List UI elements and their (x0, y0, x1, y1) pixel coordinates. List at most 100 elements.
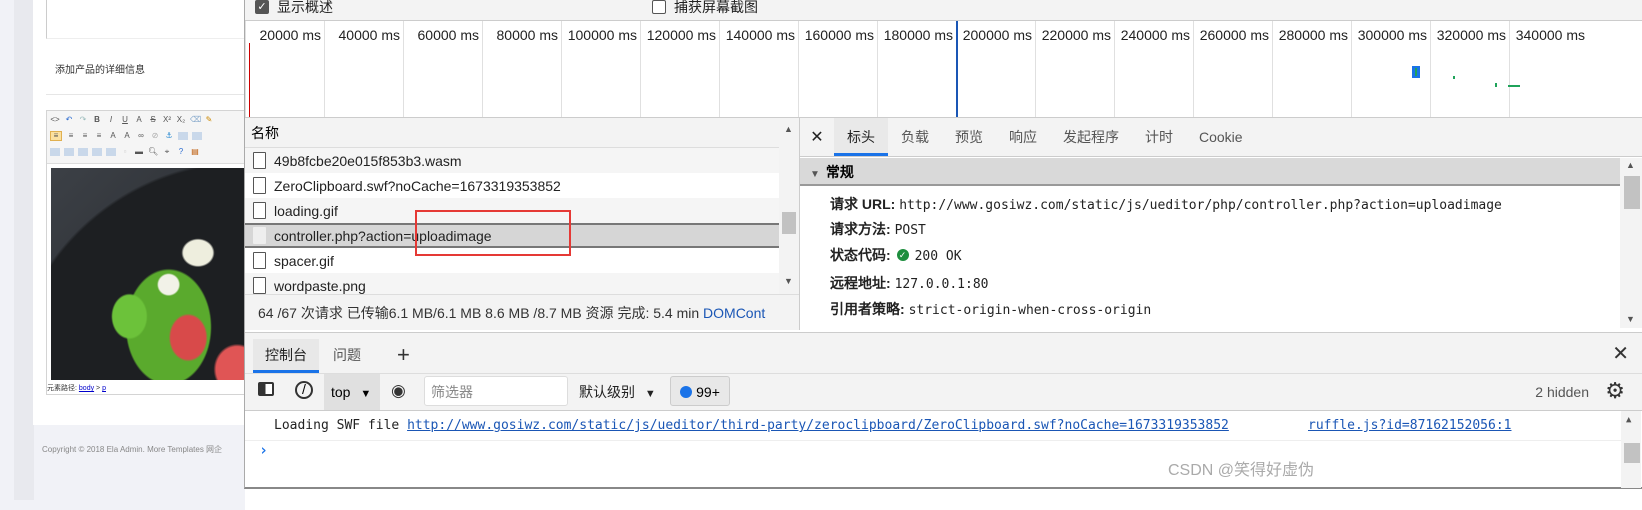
image-center-icon[interactable] (192, 132, 202, 140)
align-justify-icon[interactable]: ≡ (94, 132, 104, 140)
request-row[interactable]: 49b8fcbe20e015f853b3.wasm (245, 148, 779, 173)
drawer-tabs: 控制台 问题 + ✕ (245, 333, 1642, 374)
scrollbar-thumb[interactable] (1624, 176, 1640, 209)
tab-headers[interactable]: 标头 (834, 118, 888, 156)
issues-badge[interactable]: 99+ (670, 376, 730, 406)
dom-content-loaded-line (956, 21, 958, 117)
console-message-link[interactable]: http://www.gosiwz.com/static/js/ueditor/… (407, 418, 1229, 433)
tab-initiator[interactable]: 发起程序 (1050, 118, 1132, 156)
timeline-tick-label: 280000 ms (1278, 27, 1348, 43)
close-drawer-icon[interactable]: ✕ (1612, 341, 1629, 366)
scrollbar-thumb[interactable] (1624, 443, 1640, 463)
request-list: 名称 49b8fcbe20e015f853b3.wasm ZeroClipboa… (245, 118, 800, 330)
settings-gear-icon[interactable]: ⚙ (1605, 378, 1625, 404)
timeline-tick: 160000 ms (798, 21, 878, 117)
capture-screenshots-option[interactable]: 捕获屏幕截图 (652, 0, 758, 17)
request-row[interactable]: ZeroClipboard.swf?noCache=1673319353852 (245, 173, 779, 198)
font-border-icon[interactable]: A (134, 116, 144, 124)
filter-input[interactable]: 筛选器 (424, 376, 568, 406)
print-icon[interactable]: ▬ (134, 148, 144, 156)
superscript-icon[interactable]: X² (162, 116, 172, 124)
align-right-icon[interactable]: ≡ (80, 132, 90, 140)
scroll-down-icon[interactable]: ▼ (1626, 314, 1635, 324)
scrollbar-thumb[interactable] (782, 212, 796, 234)
timeline-tick: 340000 ms (1509, 21, 1589, 117)
unlink-icon[interactable]: ⊘ (150, 132, 160, 140)
checkbox-unchecked-icon[interactable] (652, 0, 666, 14)
console-scrollbar[interactable]: ▲ (1621, 411, 1641, 488)
strikethrough-icon[interactable]: S (148, 116, 158, 124)
preview-icon[interactable]: 🔍︎ (148, 148, 158, 156)
eraser-icon[interactable]: ⌫ (190, 116, 201, 124)
detail-tabs: ✕ 标头 负载 预览 响应 发起程序 计时 Cookie (800, 118, 1642, 157)
close-detail-icon[interactable]: ✕ (800, 127, 834, 147)
uploaded-food-photo[interactable] (51, 168, 247, 380)
tab-preview[interactable]: 预览 (942, 118, 996, 156)
show-overview-option[interactable]: ✓ 显示概述 (255, 0, 333, 17)
rtl-icon[interactable]: A (122, 132, 132, 140)
request-list-scrollbar[interactable]: ▲ ▼ (779, 118, 799, 294)
context-selector[interactable]: top ▼ (324, 374, 380, 410)
tab-timing[interactable]: 计时 (1132, 118, 1186, 156)
image-file-icon (253, 202, 266, 219)
scroll-up-icon[interactable]: ▲ (1626, 160, 1635, 170)
timeline-tick: 240000 ms (1114, 21, 1194, 117)
log-level-dropdown[interactable]: 默认级别 ▼ (579, 374, 656, 412)
underline-icon[interactable]: U (120, 116, 130, 124)
tab-payload[interactable]: 负载 (888, 118, 942, 156)
html-icon[interactable]: <> (50, 116, 60, 124)
network-overview-timeline[interactable]: 340000 ms 320000 ms 300000 ms 280000 ms 2600… (245, 21, 1642, 118)
italic-icon[interactable]: I (106, 116, 116, 124)
checkbox-checked-icon[interactable]: ✓ (255, 0, 269, 14)
redo-icon[interactable]: ↷ (78, 116, 88, 124)
paste-plain-icon[interactable]: ▫ (120, 148, 130, 156)
dropdown-arrow-icon: ▼ (644, 388, 656, 400)
status-code-row: 状态代码: ✓ 200 OK (830, 245, 962, 265)
bold-icon[interactable]: B (92, 116, 102, 124)
subscript-icon[interactable]: X₂ (176, 116, 186, 124)
scroll-up-icon[interactable]: ▲ (784, 124, 793, 134)
detail-scrollbar[interactable]: ▲ ▼ (1620, 158, 1642, 328)
status-code-label: 状态代码: (830, 247, 891, 263)
tab-console[interactable]: 控制台 (253, 339, 319, 373)
help-icon[interactable]: ? (176, 148, 186, 156)
anchor-icon[interactable]: ⚓ (164, 132, 174, 140)
table-col-icon[interactable] (78, 148, 88, 156)
table-insert-icon[interactable] (50, 148, 60, 156)
rich-text-editor[interactable]: <> ↶ ↷ B I U A S X² X₂ ⌫ ✎ ≡ ≡ ≡ ≡ A A ∞… (46, 110, 248, 395)
link-icon[interactable]: ∞ (136, 132, 146, 140)
referrer-policy-label: 引用者策略: (830, 301, 905, 317)
sidebar-toggle-icon[interactable] (258, 382, 274, 396)
scroll-up-icon[interactable]: ▲ (1626, 415, 1631, 425)
remote-address-row: 远程地址: 127.0.0.1:80 (830, 273, 988, 293)
element-path-p[interactable]: p (102, 385, 106, 392)
table-split-icon[interactable] (106, 148, 116, 156)
live-expression-eye-icon[interactable]: ◉ (391, 381, 406, 401)
table-row-icon[interactable] (64, 148, 74, 156)
ltr-icon[interactable]: A (108, 132, 118, 140)
tab-response[interactable]: 响应 (996, 118, 1050, 156)
timeline-tick-label: 40000 ms (338, 27, 400, 43)
align-left-icon[interactable]: ≡ (50, 131, 62, 141)
tab-issues[interactable]: 问题 (321, 339, 373, 373)
dom-content-loaded-link[interactable]: DOMCont (703, 305, 765, 321)
tab-cookies[interactable]: Cookie (1186, 118, 1256, 156)
general-section-header[interactable]: ▼ 常规 (800, 158, 1620, 186)
general-section-title: 常规 (825, 164, 854, 180)
add-tab-button[interactable]: + (385, 339, 422, 373)
element-path-body[interactable]: body (79, 385, 94, 392)
align-center-icon[interactable]: ≡ (66, 132, 76, 140)
search-replace-icon[interactable]: ⌖ (162, 148, 172, 156)
format-brush-icon[interactable]: ✎ (204, 116, 214, 124)
clipboard-icon[interactable]: ▤ (190, 148, 200, 156)
clear-console-icon[interactable]: / (295, 381, 313, 399)
undo-icon[interactable]: ↶ (64, 116, 74, 124)
console-prompt-icon[interactable]: › (259, 441, 268, 459)
column-header-name[interactable]: 名称 (245, 118, 779, 148)
console-source-link[interactable]: ruffle.js?id=87162152056:1 (1308, 411, 1512, 441)
image-left-icon[interactable] (178, 132, 188, 140)
scroll-down-icon[interactable]: ▼ (784, 276, 793, 286)
text-area-top[interactable] (46, 0, 247, 39)
table-merge-icon[interactable] (92, 148, 102, 156)
toolbar-row-3: ▫ ▬ 🔍︎ ⌖ ? ▤ (50, 145, 200, 159)
